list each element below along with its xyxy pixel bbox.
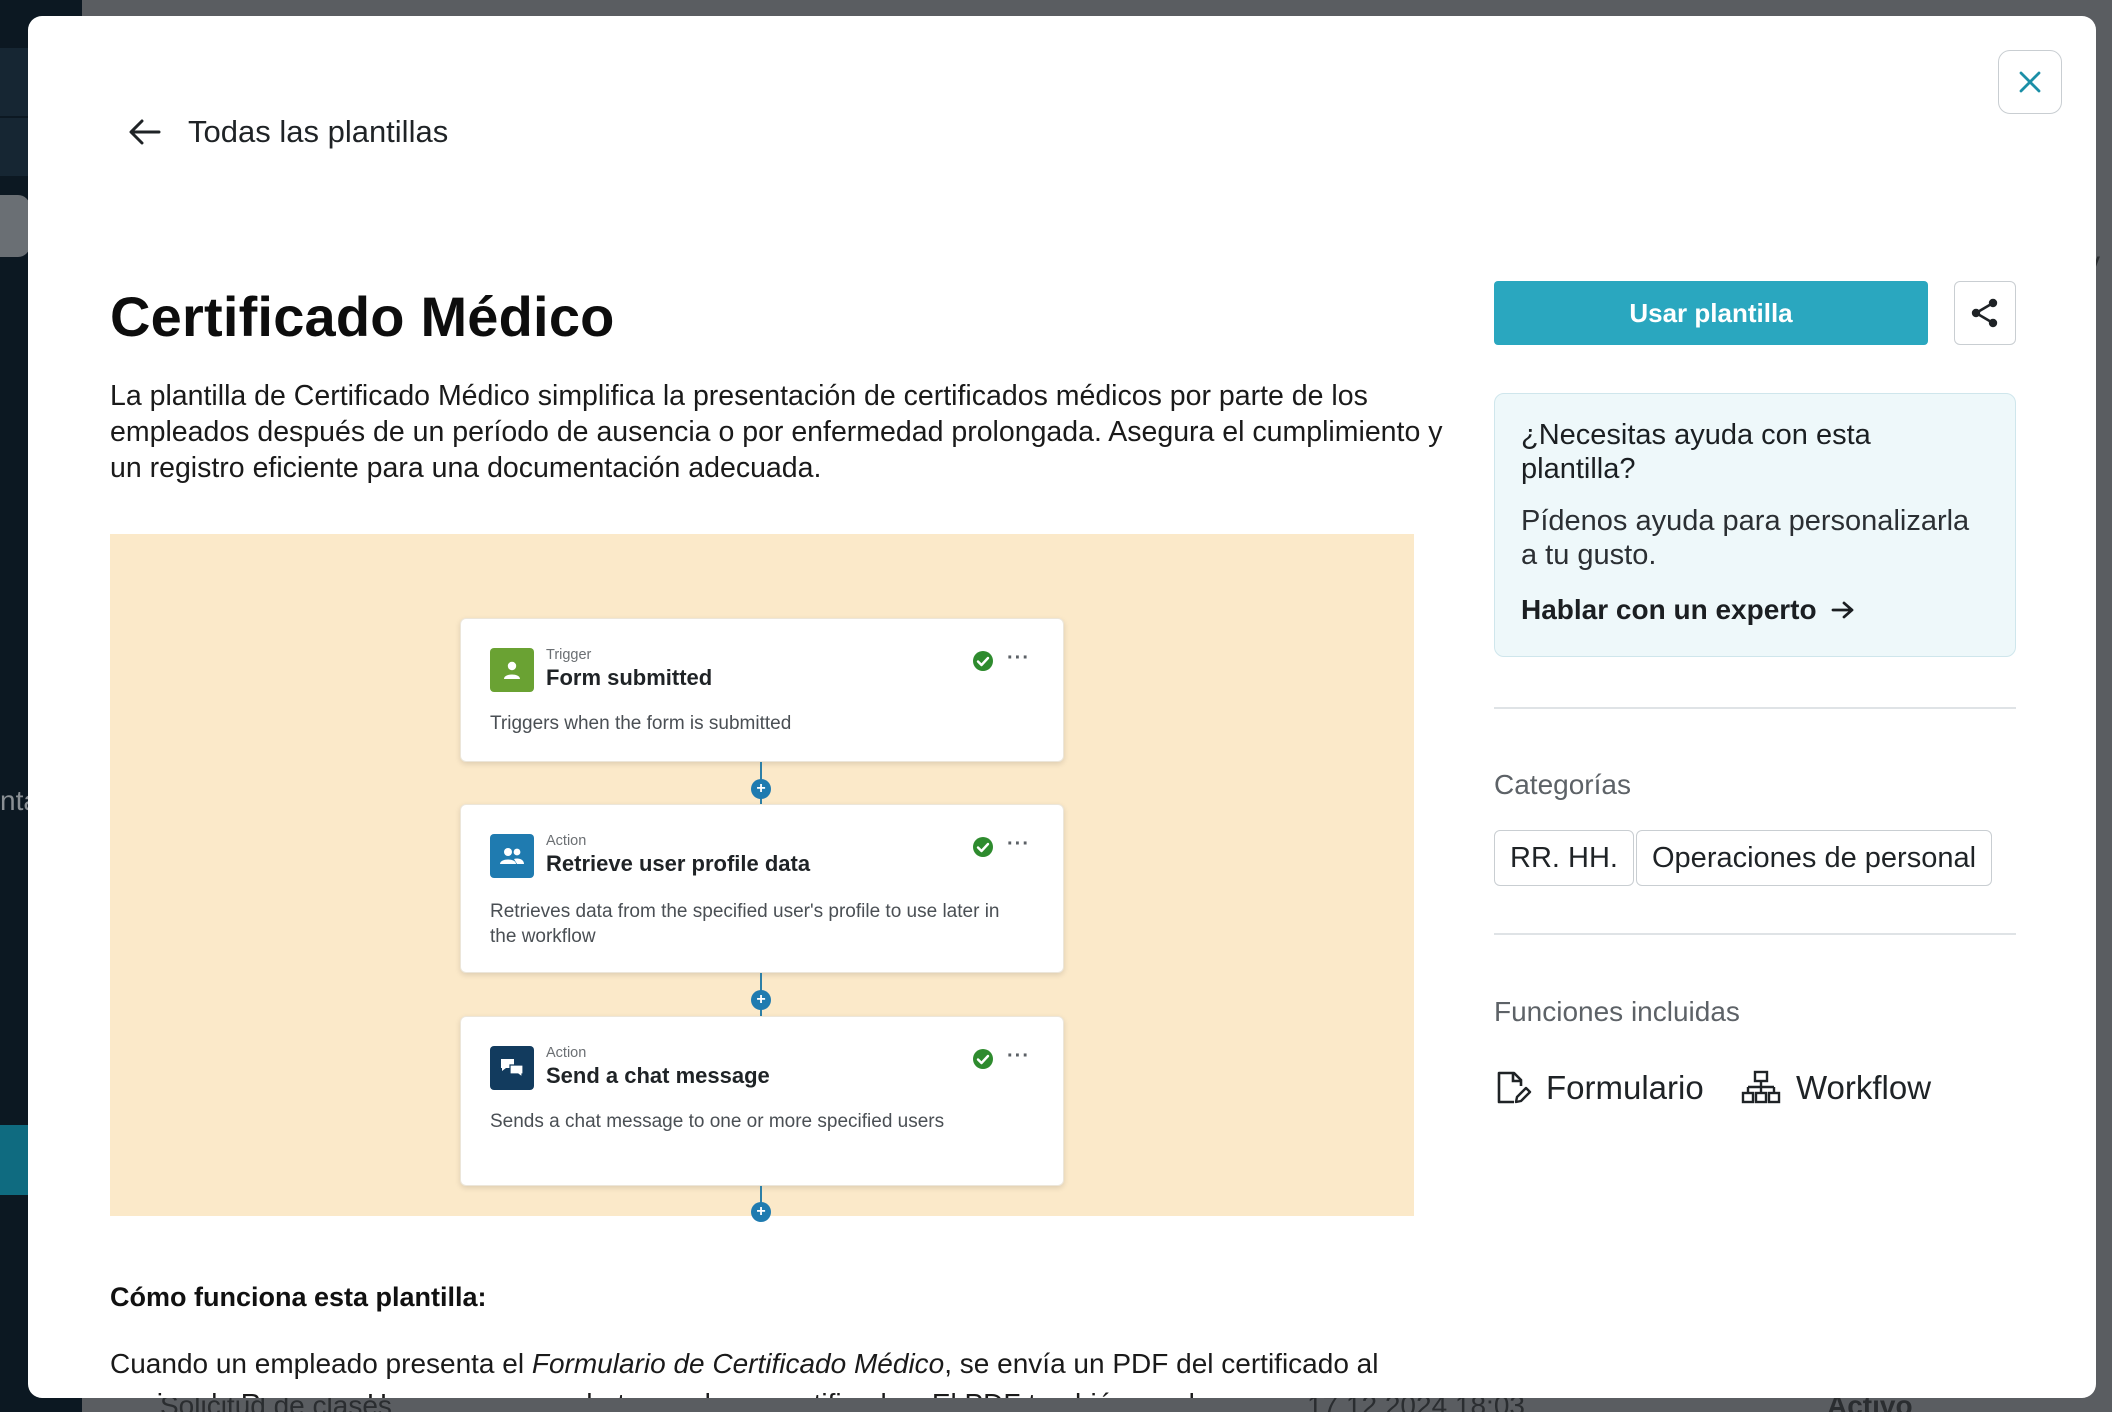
users-icon [490,834,534,878]
features-label: Funciones incluidas [1494,996,1740,1027]
talk-to-expert-link[interactable]: Hablar con un experto [1521,594,1989,626]
template-description: La plantilla de Certificado Médico simpl… [110,380,1443,484]
form-edit-icon [1497,1071,1532,1104]
workflow-step-trigger: Trigger Form submitted ··· Triggers when… [460,618,1064,762]
share-button[interactable] [1954,281,2016,345]
how-it-works-title: Cómo funciona esta plantilla: [110,1282,487,1312]
divider [1494,707,2016,709]
close-button[interactable] [1998,50,2062,114]
add-step-button[interactable]: + [751,990,771,1010]
step-description: Retrieves data from the specified user's… [490,901,1000,947]
chat-icon [490,1046,534,1090]
check-circle-icon [973,1049,993,1069]
background-nav-pill [0,195,30,257]
workflow-step-retrieve: Action Retrieve user profile data ··· Re… [460,804,1064,973]
help-box: ¿Necesitas ayuda con esta plantilla? Píd… [1494,393,2016,657]
step-kind: Trigger [546,647,592,663]
step-description: Sends a chat message to one or more spec… [490,1111,945,1132]
step-kind: Action [546,833,587,849]
category-chip-hr[interactable]: RR. HH. [1494,830,1634,886]
share-icon [1971,298,1998,328]
more-options-button[interactable]: ··· [1007,647,1030,670]
feature-workflow: Workflow [1740,1069,1931,1107]
add-step-button[interactable]: + [751,779,771,799]
arrow-right-icon [1831,601,1854,619]
close-icon [2019,71,2041,93]
categories-label: Categorías [1494,769,1631,800]
how-text-start: Cuando un empleado presenta el [110,1348,532,1379]
workflow-icon [1741,1070,1781,1104]
feature-form-label: Formulario [1546,1069,1704,1106]
help-title: ¿Necesitas ayuda con esta plantilla? [1521,419,1871,485]
check-circle-icon [973,651,993,671]
more-options-button[interactable]: ··· [1007,833,1030,856]
background-nav-active [0,1125,30,1195]
category-chip-people-ops[interactable]: Operaciones de personal [1636,830,1993,886]
help-body: Pídenos ayuda para personalizarla a tu g… [1521,505,1970,571]
template-modal: Todas las plantillas Certificado Médico … [28,16,2096,1398]
page-title: Certificado Médico [110,285,615,348]
workflow-preview: Trigger Form submitted ··· Triggers when… [110,534,1414,1222]
step-name: Retrieve user profile data [546,851,811,876]
step-kind: Action [546,1045,587,1061]
form-name: Formulario de Certificado Médico [531,1348,945,1379]
use-template-button[interactable]: Usar plantilla [1494,281,1928,345]
add-step-button[interactable]: + [751,1202,771,1222]
back-link-label: Todas las plantillas [188,114,449,149]
step-name: Form submitted [546,665,713,690]
how-it-works-text: Cuando un empleado presenta el Formulari… [110,1344,1450,1398]
feature-workflow-label: Workflow [1796,1069,1932,1106]
arrow-left-icon [129,119,161,145]
more-options-button[interactable]: ··· [1007,1045,1030,1068]
user-form-icon [490,648,534,692]
step-name: Send a chat message [546,1063,770,1088]
divider [1494,933,2016,935]
step-description: Triggers when the form is submitted [490,713,792,734]
check-circle-icon [973,837,993,857]
workflow-step-chat: Action Send a chat message ··· Sends a c… [460,1016,1064,1186]
talk-to-expert-label: Hablar con un experto [1521,594,1817,625]
feature-form: Formulario [1494,1069,1704,1107]
back-link[interactable]: Todas las plantillas [128,114,448,150]
